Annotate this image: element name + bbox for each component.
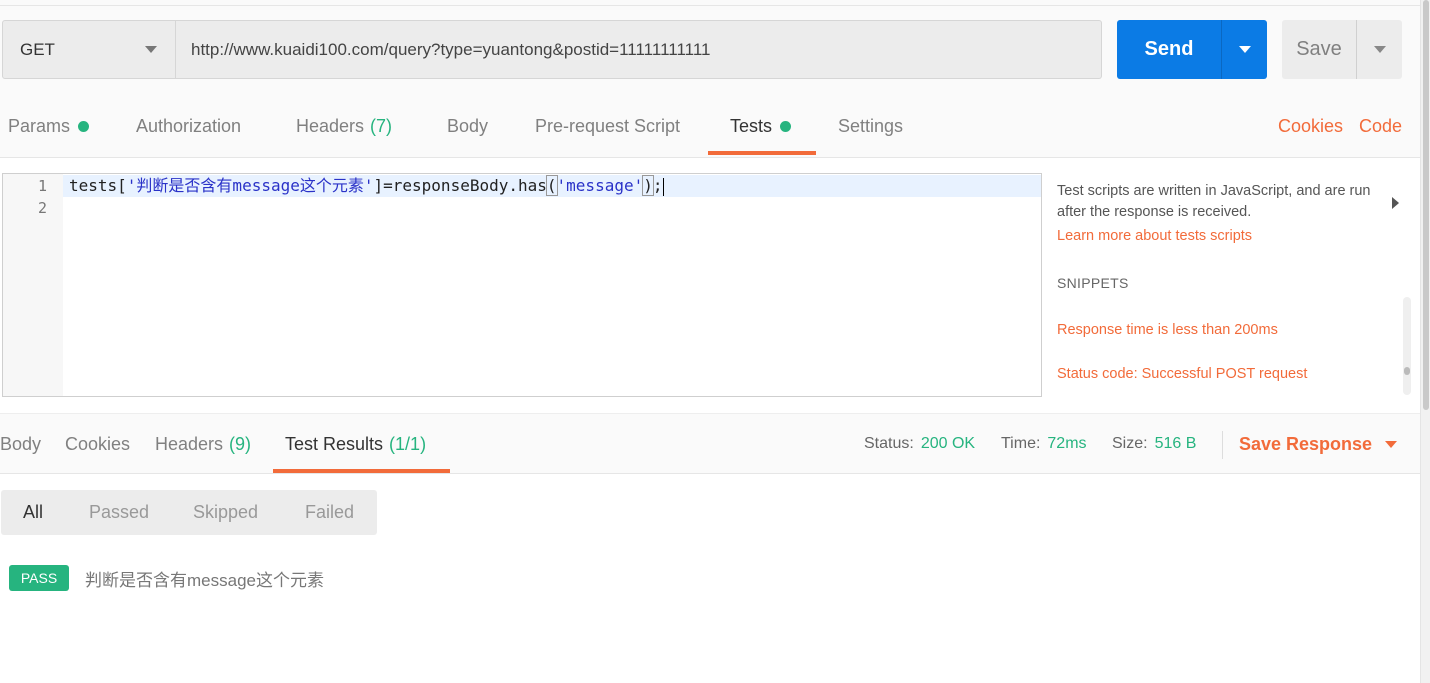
test-result-name: 判断是否含有message这个元素	[85, 570, 324, 590]
line-number: 1	[37, 177, 47, 195]
size-value: 516 B	[1154, 435, 1197, 452]
size-label: Size:	[1112, 435, 1148, 452]
tab-settings[interactable]: Settings	[838, 96, 903, 157]
tab-label: Params	[8, 116, 71, 136]
save-button[interactable]: Save	[1282, 20, 1356, 79]
tests-code-editor[interactable]: 1 2 tests['判断是否含有message这个元素']=responseB…	[2, 173, 1042, 397]
save-response-label: Save Response	[1239, 433, 1373, 454]
code-bracket: (	[545, 175, 558, 196]
cookies-link[interactable]: Cookies	[1278, 96, 1343, 157]
chevron-down-icon	[1385, 440, 1398, 448]
response-tab-test-results[interactable]: Test Results (1/1)	[285, 414, 426, 474]
snippet-item[interactable]: Response time is less than 200ms	[1057, 322, 1278, 338]
pass-status-badge: PASS	[9, 565, 69, 591]
time-readout: Time: 72ms	[1001, 414, 1087, 474]
response-tab-body[interactable]: Body	[0, 414, 41, 474]
save-response-button[interactable]: Save Response	[1239, 414, 1398, 474]
send-dropdown-button[interactable]	[1221, 20, 1267, 79]
collapse-panel-icon[interactable]	[1392, 197, 1399, 209]
text-cursor	[662, 177, 664, 196]
tab-label: Cookies	[65, 433, 131, 454]
code-token: tests[	[69, 176, 127, 195]
tab-label: Pre-request Script	[535, 116, 681, 136]
scrollbar-thumb[interactable]	[1404, 367, 1410, 375]
chevron-down-icon	[1239, 46, 1251, 53]
tab-pre-request-script[interactable]: Pre-request Script	[535, 96, 680, 157]
test-results-count: (1/1)	[389, 433, 427, 454]
code-token: ]=responseBody.has	[373, 176, 547, 195]
filter-all[interactable]: All	[23, 490, 43, 535]
line-number: 2	[37, 199, 47, 217]
snippets-panel: Test scripts are written in JavaScript, …	[1057, 173, 1407, 397]
tab-body[interactable]: Body	[447, 96, 488, 157]
scrollbar-thumb[interactable]	[1423, 0, 1429, 410]
divider	[1222, 431, 1223, 459]
code-bracket: )	[642, 175, 654, 196]
active-tab-indicator	[273, 469, 450, 473]
snippets-heading: SNIPPETS	[1057, 275, 1129, 291]
status-label: Status:	[864, 435, 914, 452]
tab-params[interactable]: Params	[8, 96, 90, 157]
tab-label: Test Results	[285, 433, 384, 454]
tab-label: Headers	[296, 116, 365, 136]
status-value: 200 OK	[920, 435, 976, 452]
code-link[interactable]: Code	[1359, 96, 1402, 157]
status-readout: Status: 200 OK	[864, 414, 975, 474]
chevron-down-icon	[145, 46, 157, 53]
size-readout: Size: 516 B	[1112, 414, 1196, 474]
send-button[interactable]: Send	[1117, 20, 1221, 79]
test-results-filter: All Passed Skipped Failed	[1, 490, 377, 535]
learn-more-link[interactable]: Learn more about tests scripts	[1057, 228, 1252, 244]
active-tab-indicator	[708, 151, 816, 155]
tab-label: Body	[447, 116, 489, 136]
line-number-gutter: 1 2	[3, 174, 63, 396]
tab-label: Authorization	[136, 116, 242, 136]
filter-skipped[interactable]: Skipped	[193, 490, 258, 535]
tab-authorization[interactable]: Authorization	[136, 96, 241, 157]
snippet-item[interactable]: Status code: Successful POST request	[1057, 366, 1307, 382]
tab-headers[interactable]: Headers (7)	[296, 96, 392, 157]
method-select[interactable]: GET	[2, 20, 176, 79]
method-label: GET	[20, 39, 55, 59]
chevron-down-icon	[1374, 46, 1386, 53]
response-tab-headers[interactable]: Headers (9)	[155, 414, 251, 474]
url-input[interactable]	[176, 20, 1102, 79]
code-token: ;	[652, 176, 663, 195]
filter-failed[interactable]: Failed	[305, 490, 354, 535]
tab-label: Headers	[155, 433, 224, 454]
time-value: 72ms	[1047, 435, 1087, 452]
request-url-bar: GET Send Save	[0, 6, 1420, 96]
tab-label: Body	[0, 433, 42, 454]
response-tabs: Body Cookies Headers (9) Test Results (1…	[0, 413, 1420, 474]
code-string: 'message'	[556, 176, 644, 195]
snippets-scrollbar[interactable]	[1403, 297, 1411, 395]
code-string: '判断是否含有message这个元素'	[126, 176, 374, 195]
tab-tests[interactable]: Tests	[730, 96, 792, 157]
window-scrollbar[interactable]	[1420, 0, 1430, 683]
response-tab-cookies[interactable]: Cookies	[65, 414, 130, 474]
save-dropdown-button[interactable]	[1356, 20, 1402, 79]
time-label: Time:	[1001, 435, 1041, 452]
snippets-description: Test scripts are written in JavaScript, …	[1057, 183, 1371, 220]
request-tabs: Params Authorization Headers (7) Body Pr…	[0, 96, 1420, 158]
tab-label: Settings	[838, 116, 904, 136]
active-dot-icon	[780, 121, 792, 132]
headers-count: (7)	[370, 116, 393, 136]
active-dot-icon	[78, 121, 90, 132]
tab-label: Tests	[730, 116, 773, 136]
headers-count: (9)	[229, 433, 252, 454]
filter-passed[interactable]: Passed	[89, 490, 149, 535]
code-line[interactable]: tests['判断是否含有message这个元素']=responseBody.…	[69, 175, 664, 197]
